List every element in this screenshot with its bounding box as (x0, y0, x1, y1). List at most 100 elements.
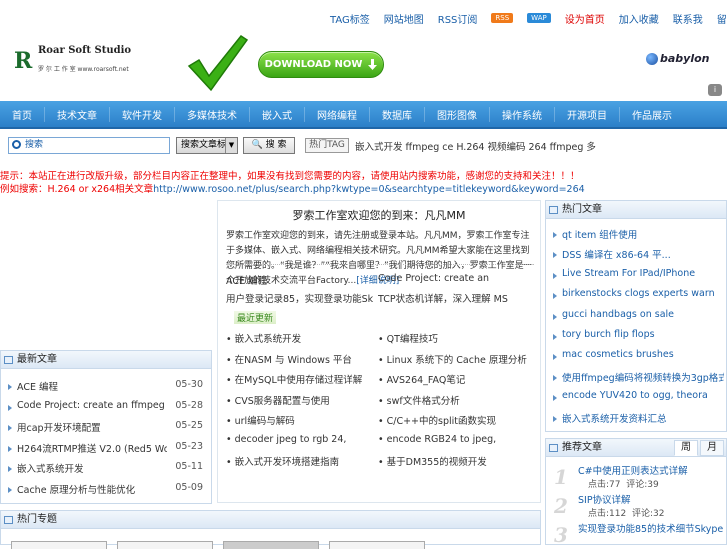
guestbook-link[interactable]: 留言板 (717, 11, 727, 26)
wap-badge[interactable]: WAP (527, 13, 551, 23)
recent-item-label: encode RGB24 to jpeg, (386, 433, 497, 445)
search-input[interactable]: 搜索 (8, 137, 170, 154)
list-item[interactable]: mac cosmetics brushes (552, 349, 724, 363)
nav-item[interactable]: 首页 (0, 106, 45, 122)
rank-title: SIP协议详解 (578, 495, 631, 506)
bullet-icon: • (226, 354, 235, 366)
list-item[interactable]: DSS 编译在 x86-64 平... (552, 247, 724, 261)
set-home-link[interactable]: 设为首页 (565, 11, 605, 26)
recent-item[interactable]: • AVS264_FAQ笔记 (378, 372, 536, 386)
list-item-title: Code Project: create an ffmpeg (17, 399, 165, 411)
nav-item[interactable]: 开源项目 (555, 106, 620, 122)
tab-week[interactable]: 周 (674, 440, 698, 456)
rank-item[interactable]: 3 实现登录功能85的技术细节Skype (552, 521, 724, 551)
recent-item-label: url编码与解码 (234, 416, 295, 427)
panel-title: 推荐文章 (562, 442, 602, 453)
tag-link[interactable]: TAG标签 (330, 11, 370, 26)
rss-link[interactable]: RSS订阅 (438, 11, 478, 26)
recent-update-label: 最近更新 (234, 311, 277, 324)
recent-item[interactable]: • decoder jpeg to rgb 24, (226, 434, 374, 445)
bullet-icon: • (226, 395, 235, 407)
recent-item-label: 在NASM 与 Windows 平台 (234, 354, 352, 366)
download-label: DOWNLOAD NOW (264, 59, 363, 70)
tab-month[interactable]: 月 (700, 440, 724, 456)
recent-item-label: swf文件格式分析 (386, 395, 460, 407)
welcome-title: 罗索工作室欢迎您的到来：凡凡MM (292, 209, 466, 222)
recent-item[interactable]: • 在MySQL中使用存储过程详解 (226, 372, 374, 386)
recent-item[interactable]: • C/C++中的split函数实现 (378, 413, 536, 427)
rank-number: 2 (554, 494, 568, 518)
bullet-icon (553, 293, 557, 300)
contact-link[interactable]: 联系我 (673, 11, 703, 26)
bullet-icon: • (226, 433, 235, 445)
topic-tab[interactable] (11, 541, 107, 549)
recent-item[interactable]: • Linux 系统下的 Cache 原理分析 (378, 352, 536, 366)
search-type-select[interactable]: 搜索文章标题 ▼ (176, 137, 238, 154)
topic-tab[interactable] (329, 541, 425, 549)
featured-link[interactable]: Code Project: create an (378, 273, 538, 284)
list-item[interactable]: tory burch flip flops (552, 329, 724, 343)
list-item[interactable]: birkenstocks clogs experts warn (552, 288, 724, 302)
list-item[interactable]: 嵌入式系统开发资料汇总 (552, 411, 724, 425)
rank-title: C#中使用正则表达式详解 (578, 466, 688, 477)
list-item-title: 嵌入式系统开发 (17, 464, 84, 475)
recent-item[interactable]: • CVS服务器配置与使用 (226, 393, 374, 407)
search-button[interactable]: 🔍 搜 索 (243, 137, 295, 154)
list-item[interactable]: Live Stream For IPad/IPhone (552, 268, 724, 282)
list-item[interactable]: ACE 编程 05-30 (7, 379, 207, 393)
list-item[interactable]: gucci handbags on sale (552, 309, 724, 323)
list-item[interactable]: Cache 原理分析与性能优化 05-09 (7, 482, 207, 496)
favorite-link[interactable]: 加入收藏 (619, 11, 659, 26)
list-item[interactable]: encode YUV420 to ogg, theora (552, 390, 724, 404)
recent-item[interactable]: • 基于DM355的视频开发 (378, 454, 536, 468)
rank-number: 1 (554, 465, 568, 489)
nav-item[interactable]: 图形图像 (425, 106, 490, 122)
sitemap-link[interactable]: 网站地图 (384, 11, 424, 26)
list-item[interactable]: 嵌入式系统开发 05-11 (7, 461, 207, 475)
nav-item[interactable]: 技术文章 (45, 106, 110, 122)
rank-stats: 点击:112 评论:32 (588, 506, 664, 519)
nav-item[interactable]: 嵌入式 (250, 106, 305, 122)
topic-tab[interactable] (223, 541, 319, 549)
list-item[interactable]: H264流RTMP推送 V2.0 (Red5 Wo 05-23 (7, 441, 207, 455)
topic-tab[interactable] (117, 541, 213, 549)
nav-item[interactable]: 作品展示 (620, 107, 684, 122)
list-item[interactable]: 使用ffmpeg编码将视频转换为3gp格式的方法 (552, 370, 724, 384)
nav-item[interactable]: 数据库 (370, 106, 425, 122)
nav-item[interactable]: 网络编程 (305, 106, 370, 122)
babylon-ad[interactable]: babylon (646, 52, 710, 65)
featured-link[interactable]: TCP状态机详解，深入理解 MS (378, 291, 538, 305)
list-item[interactable]: Code Project: create an ffmpeg 05-28 (7, 400, 207, 414)
rank-item[interactable]: 1 C#中使用正则表达式详解 点击:77 评论:39 (552, 463, 724, 493)
rss-badge[interactable]: RSS (491, 13, 514, 23)
featured-link[interactable]: ACE 编程 (226, 273, 376, 287)
download-now-button[interactable]: DOWNLOAD NOW (258, 51, 384, 78)
recent-item-label: 嵌入式开发环境搭建指南 (234, 457, 340, 468)
recent-item[interactable]: • 在NASM 与 Windows 平台 (226, 352, 374, 366)
globe-icon (646, 52, 658, 65)
recent-item-label: CVS服务器配置与使用 (234, 395, 330, 407)
site-logo[interactable]: R Roar Soft Studio 罗 尔 工 作 室 www.roarsof… (14, 42, 144, 82)
recent-item[interactable]: • QT编程技巧 (378, 331, 536, 345)
list-item[interactable]: qt item 组件使用 (552, 227, 724, 241)
recent-item[interactable]: • swf文件格式分析 (378, 393, 536, 407)
recent-item[interactable]: • 嵌入式系统开发 (226, 331, 374, 345)
list-item-title: 用cap开发环境配置 (17, 423, 101, 434)
list-item[interactable]: 用cap开发环境配置 05-25 (7, 420, 207, 434)
notice-url[interactable]: http://www.rosoo.net/plus/search.php?kwt… (153, 184, 585, 195)
nav-item[interactable]: 软件开发 (110, 106, 175, 122)
nav-item[interactable]: 操作系统 (490, 106, 555, 122)
recent-item[interactable]: • url编码与解码 (226, 413, 374, 427)
nav-item[interactable]: 多媒体技术 (175, 106, 250, 122)
featured-link[interactable]: 用户登录记录85，实现登录功能Sk (226, 291, 376, 305)
recent-item[interactable]: • 嵌入式开发环境搭建指南 (226, 454, 374, 468)
hot-tag-list[interactable]: 嵌入式开发 ffmpeg ce H.264 视频编码 264 ffmpeg 多 (355, 139, 596, 153)
rank-item[interactable]: 2 SIP协议详解 点击:112 评论:32 (552, 492, 724, 522)
hot-tag-button[interactable]: 热门TAG (305, 138, 349, 153)
list-item-title: Live Stream For IPad/IPhone (562, 267, 696, 279)
info-icon[interactable]: i (708, 84, 722, 96)
bullet-icon (553, 374, 557, 381)
latest-articles-panel: 最新文章 ACE 编程 05-30 Code Project: create an … (0, 350, 212, 504)
recent-item[interactable]: • encode RGB24 to jpeg, (378, 434, 536, 445)
bullet-icon: • (378, 354, 387, 366)
